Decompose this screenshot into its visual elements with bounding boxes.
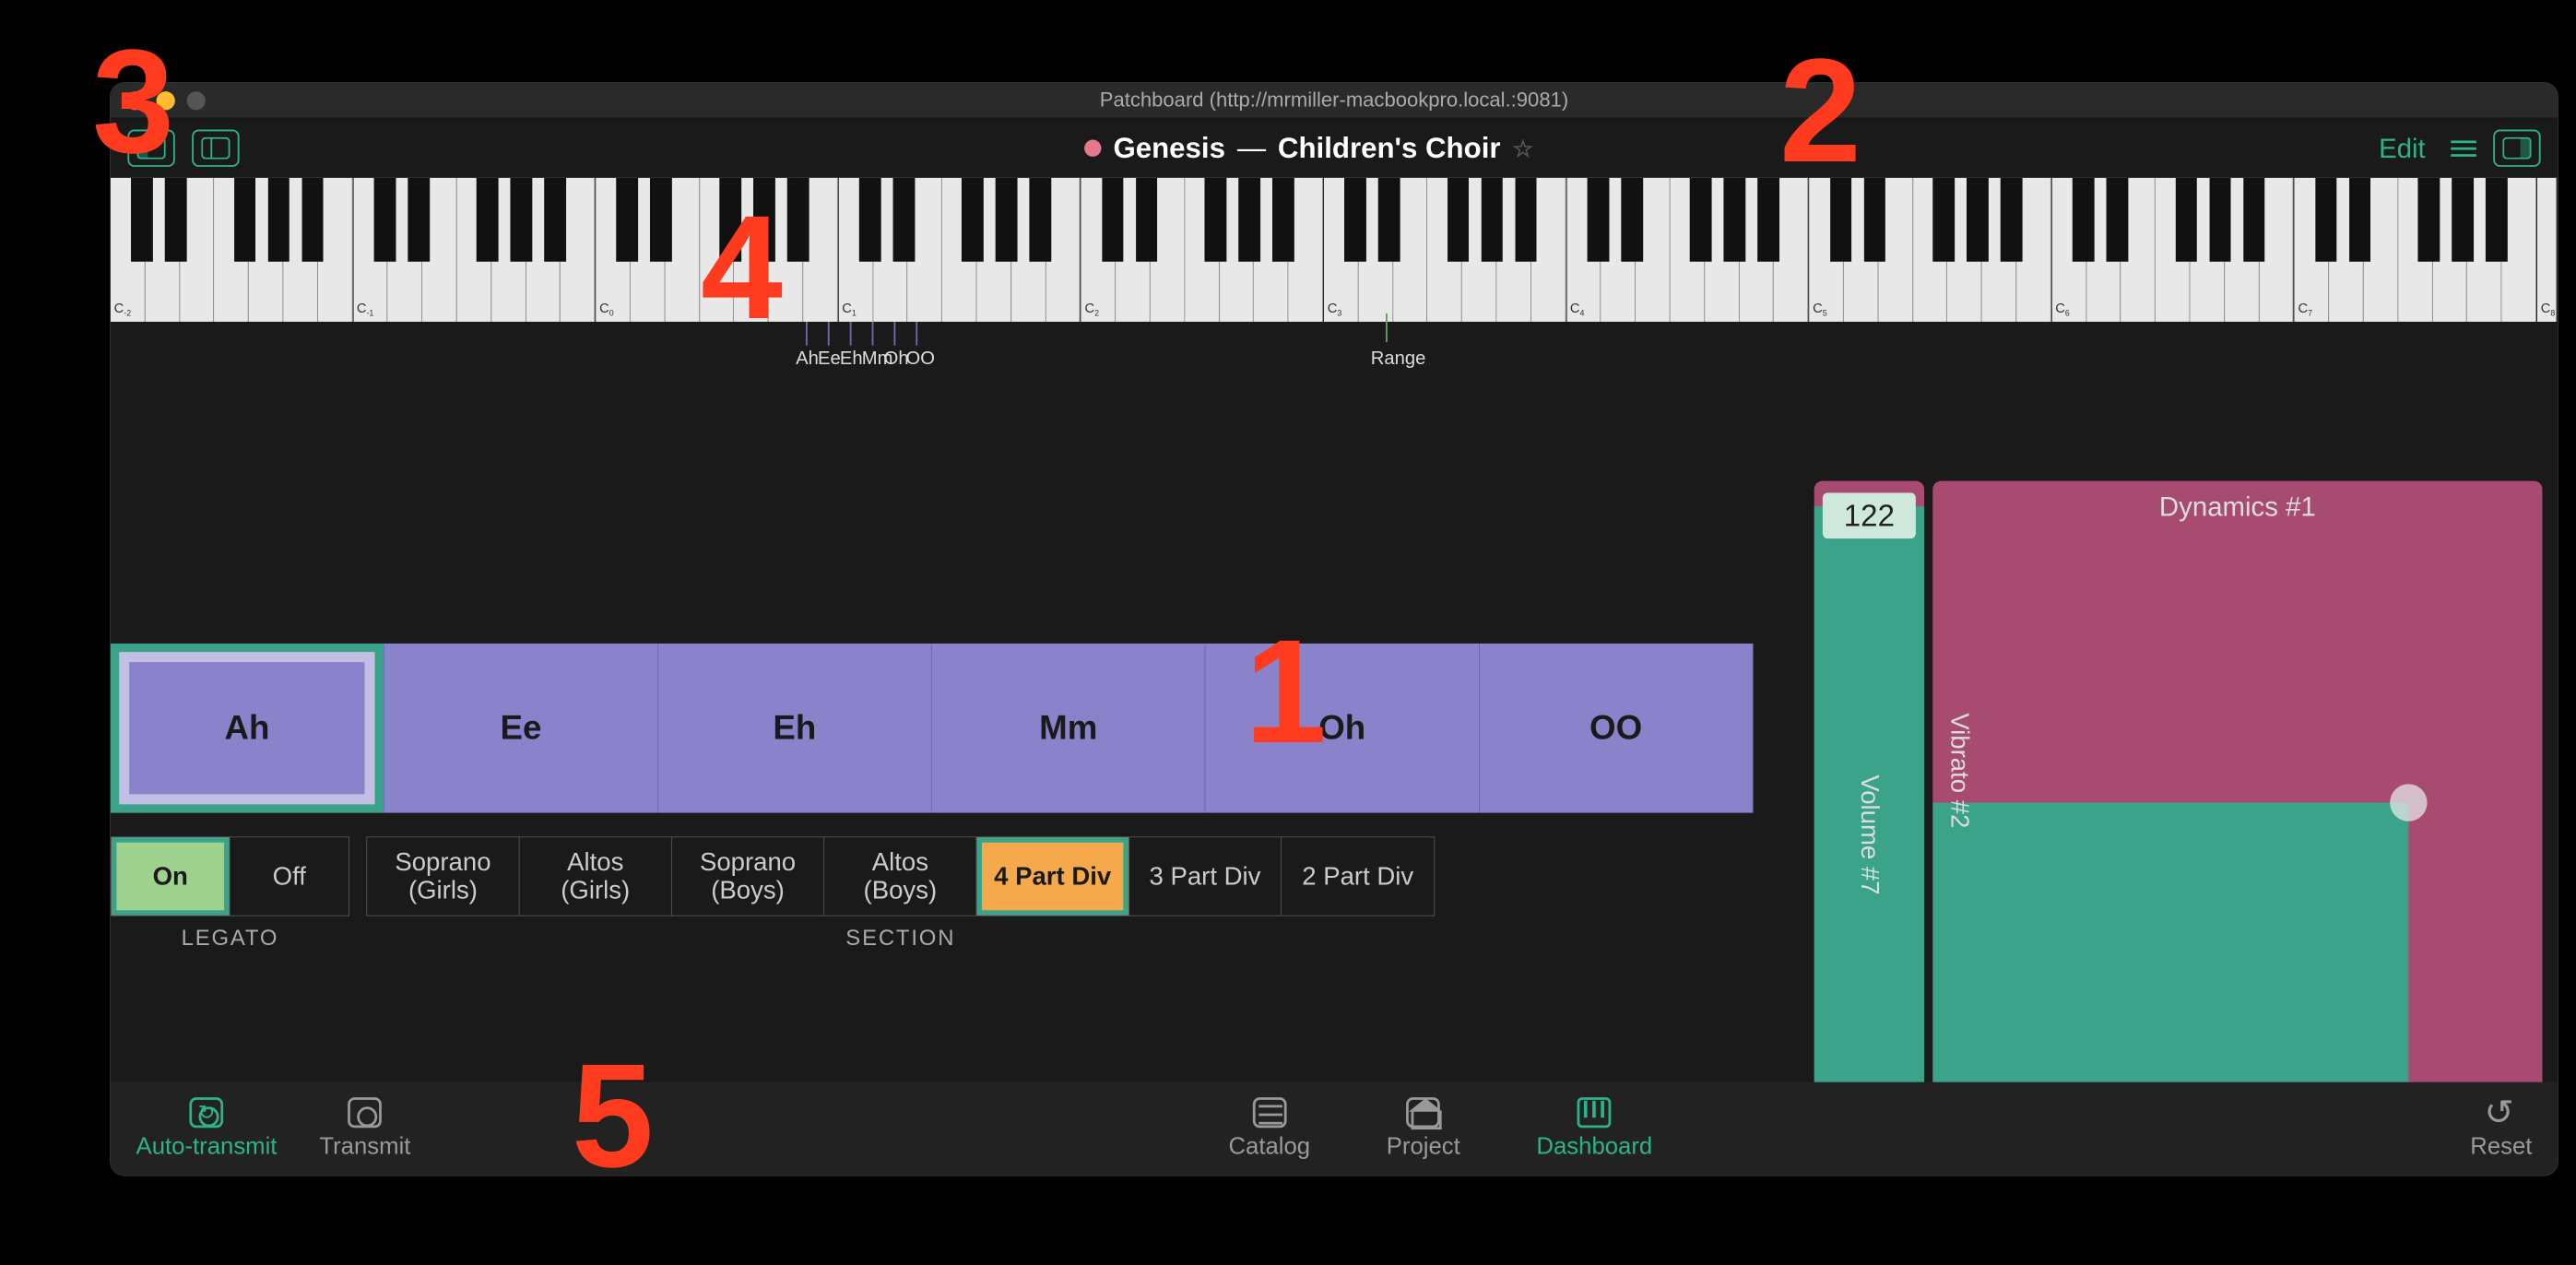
- reset-icon: ↺: [2484, 1097, 2518, 1128]
- range-label: Range: [1371, 348, 1426, 370]
- overlay-number-1: 1: [1245, 618, 1327, 765]
- legato-toggle: OnOff: [111, 836, 349, 916]
- volume-label: Volume #7: [1855, 774, 1884, 894]
- transmit-icon: [349, 1097, 383, 1128]
- vowel-ee[interactable]: Ee: [384, 644, 658, 813]
- overlay-number-5: 5: [572, 1042, 654, 1189]
- volume-value: 122: [1823, 492, 1916, 538]
- keyboard[interactable]: /* generated below */ C-2C-1C0C1C2C3C4C5…: [111, 178, 2558, 322]
- dashboard-icon: [1578, 1097, 1612, 1128]
- vowel-oo[interactable]: OO: [1480, 644, 1754, 813]
- app-window: Patchboard (http://mrmiller-macbookpro.l…: [111, 83, 2558, 1176]
- transmit-label: Transmit: [319, 1133, 410, 1160]
- favorite-star-icon[interactable]: ☆: [1512, 135, 1533, 162]
- reset-button[interactable]: ↺ Reset: [2470, 1097, 2532, 1160]
- range-marker-line: [1386, 313, 1388, 342]
- section-option-4[interactable]: 4 Part Div: [976, 837, 1128, 915]
- auto-transmit-button[interactable]: Auto-transmit: [136, 1097, 278, 1160]
- catalog-tab[interactable]: Catalog: [1228, 1097, 1310, 1160]
- patch-name: Children's Choir: [1278, 132, 1501, 165]
- keyboard-sub-labels: AhEeEhMmOhOO Range: [111, 322, 2558, 372]
- transmit-button[interactable]: Transmit: [319, 1097, 410, 1160]
- window-titlebar: Patchboard (http://mrmiller-macbookpro.l…: [111, 83, 2558, 119]
- section-option-3[interactable]: Altos (Boys): [824, 837, 976, 915]
- xy-pad[interactable]: Dynamics #1 Vibrato #2 64, 51: [1932, 481, 2542, 1125]
- catalog-label: Catalog: [1228, 1133, 1310, 1160]
- vowel-eh[interactable]: Eh: [658, 644, 932, 813]
- legato-off[interactable]: Off: [230, 837, 349, 915]
- right-control-panel: 122 Volume #7 Dynamics #1 Vibrato #2 64,…: [1814, 481, 2543, 1125]
- vowel-ah[interactable]: Ah: [111, 644, 384, 813]
- section-option-1[interactable]: Altos (Girls): [520, 837, 672, 915]
- xy-ylabel: Vibrato #2: [1944, 713, 1973, 828]
- sidebar-right-icon: [2502, 137, 2531, 160]
- auto-transmit-icon: [190, 1097, 224, 1128]
- left-panel-toggle-2[interactable]: [192, 130, 239, 167]
- right-panel-toggle[interactable]: [2493, 130, 2540, 167]
- auto-transmit-label: Auto-transmit: [136, 1133, 278, 1160]
- menu-button[interactable]: [2451, 140, 2476, 156]
- section-option-6[interactable]: 2 Part Div: [1282, 837, 1434, 915]
- window-title: Patchboard (http://mrmiller-macbookpro.l…: [1100, 89, 1568, 112]
- section-option-2[interactable]: Soprano (Boys): [672, 837, 824, 915]
- overlay-number-2: 2: [1779, 37, 1861, 184]
- articulation-label-ah: Ah: [796, 348, 819, 370]
- section-option-5[interactable]: 3 Part Div: [1129, 837, 1282, 915]
- overlay-number-3: 3: [92, 28, 174, 175]
- vowel-selector-row: AhEeEhMmOhOO: [111, 644, 1754, 813]
- volume-fader[interactable]: 122 Volume #7: [1814, 481, 1924, 1125]
- project-icon: [1406, 1097, 1440, 1128]
- maximize-window-button[interactable]: [187, 91, 206, 110]
- record-indicator-icon: [1084, 140, 1101, 157]
- title-separator: —: [1237, 132, 1266, 165]
- xy-fill: [1932, 803, 2408, 1125]
- library-name: Genesis: [1113, 132, 1225, 165]
- overlay-number-4: 4: [701, 194, 783, 341]
- vowel-mm[interactable]: Mm: [932, 644, 1206, 813]
- section-group-label: SECTION: [366, 925, 1435, 951]
- xy-cursor[interactable]: [2390, 784, 2427, 821]
- xy-title: Dynamics #1: [1932, 491, 2542, 523]
- legato-on[interactable]: On: [112, 837, 230, 915]
- project-tab[interactable]: Project: [1387, 1097, 1460, 1160]
- articulation-label-eh: Eh: [840, 348, 863, 370]
- top-toolbar: Genesis — Children's Choir ☆ Edit: [111, 119, 2558, 178]
- bottom-bar: Auto-transmit Transmit Catalog Project D…: [111, 1082, 2558, 1176]
- dashboard-tab[interactable]: Dashboard: [1536, 1097, 1652, 1160]
- reset-label: Reset: [2470, 1133, 2532, 1160]
- menu-icon: [2451, 140, 2476, 143]
- articulation-label-oo: OO: [906, 348, 935, 370]
- project-label: Project: [1387, 1133, 1460, 1160]
- split-view-icon: [201, 137, 230, 160]
- legato-group-label: LEGATO: [111, 925, 349, 951]
- articulation-label-ee: Ee: [818, 348, 841, 370]
- section-selector: Soprano (Girls)Altos (Girls)Soprano (Boy…: [366, 836, 1435, 916]
- section-option-0[interactable]: Soprano (Girls): [367, 837, 519, 915]
- catalog-icon: [1252, 1097, 1286, 1128]
- patch-title: Genesis — Children's Choir ☆: [1084, 132, 1533, 165]
- dashboard-label: Dashboard: [1536, 1133, 1652, 1160]
- edit-button[interactable]: Edit: [2379, 133, 2426, 164]
